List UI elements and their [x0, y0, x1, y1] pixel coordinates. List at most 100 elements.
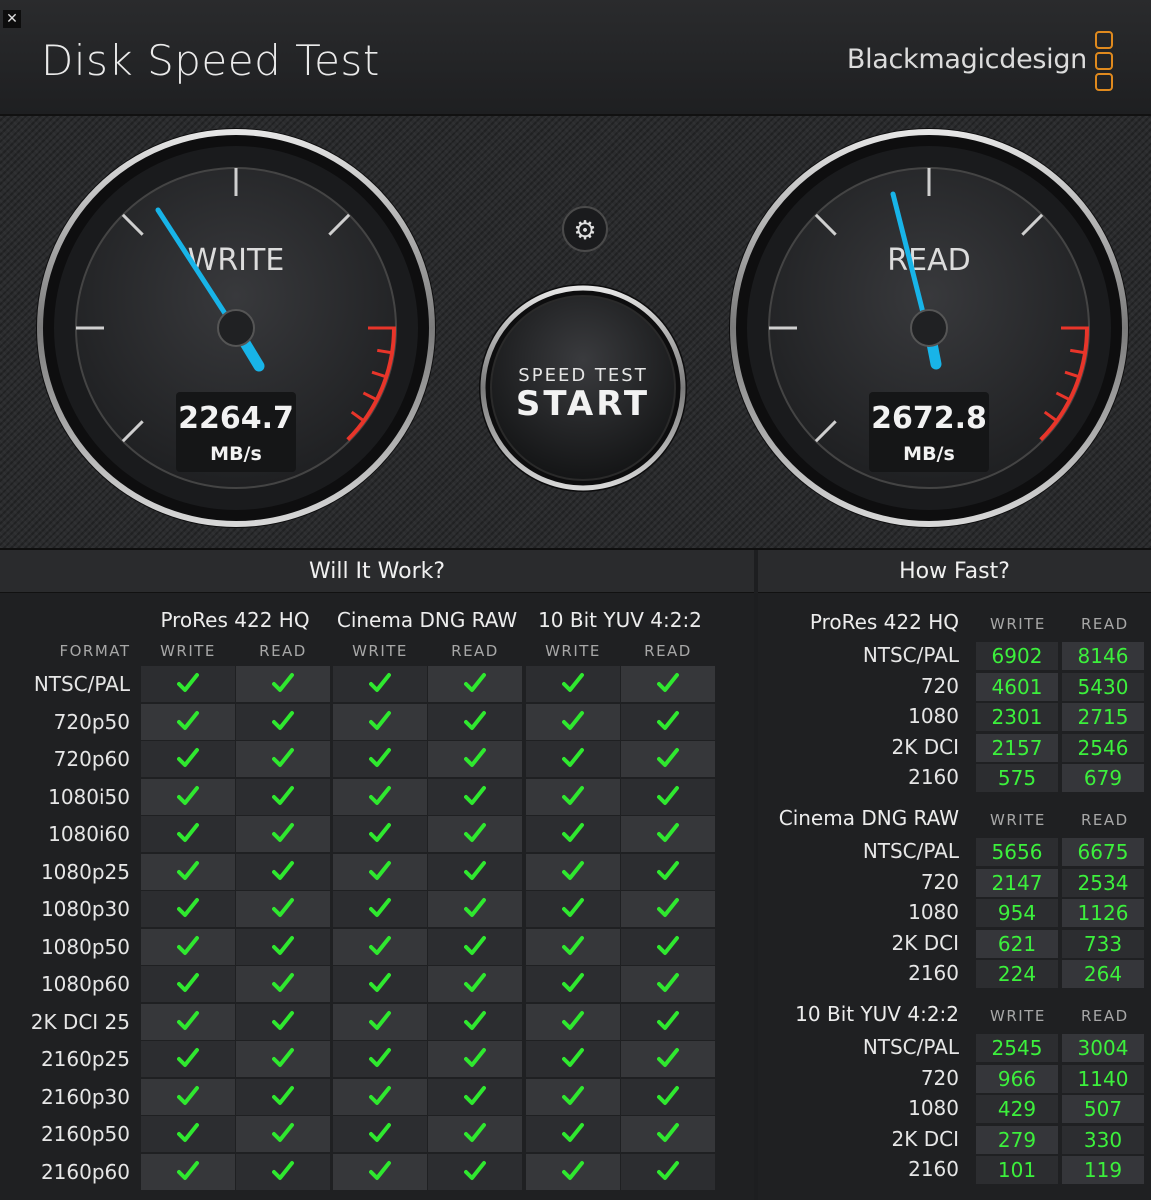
compatibility-cell: [333, 853, 427, 890]
compatibility-cell: [428, 741, 522, 777]
checkmark-icon: [177, 1010, 199, 1030]
checkmark-icon: [657, 748, 679, 767]
write-gauge-label: WRITE: [188, 243, 285, 278]
checkmark-icon: [272, 710, 294, 730]
checkmark-icon: [272, 1048, 294, 1067]
checkmark-icon: [369, 710, 391, 730]
checkmark-icon: [464, 898, 486, 917]
write-fps-value: 224: [976, 960, 1058, 989]
read-fps-value: 1140: [1062, 1064, 1144, 1093]
checkmark-icon: [369, 1010, 391, 1030]
compatibility-cell: [428, 703, 522, 740]
checkmark-icon: [464, 748, 486, 767]
compatibility-cell: [428, 1041, 522, 1077]
settings-button[interactable]: ⚙: [562, 206, 608, 252]
checkmark-icon: [369, 935, 391, 955]
read-column-header: READ: [451, 642, 499, 660]
write-fps-value: 5656: [976, 838, 1058, 866]
checkmark-icon: [657, 1085, 679, 1105]
speed-test-start-button[interactable]: SPEED TEST START: [479, 284, 687, 492]
gauge-panel: WRITE 2264.7 MB/s READ 2672.8 MB/s ⚙ SPE…: [0, 116, 1151, 550]
read-fps-value: 3004: [1062, 1034, 1144, 1062]
how-fast-row-label: 1080: [908, 900, 959, 925]
write-fps-value: 6902: [976, 642, 1058, 670]
checkmark-icon: [657, 673, 679, 692]
checkmark-icon: [657, 1048, 679, 1067]
compatibility-cell: [236, 966, 330, 1002]
compatibility-cell: [236, 1153, 330, 1190]
checkmark-icon: [562, 898, 584, 917]
checkmark-icon: [562, 823, 584, 842]
compatibility-cell: [141, 891, 235, 927]
compatibility-cell: [333, 928, 427, 965]
checkmark-icon: [177, 1048, 199, 1067]
checkmark-icon: [272, 1085, 294, 1105]
checkmark-icon: [369, 973, 391, 992]
compatibility-cell: [333, 778, 427, 815]
checkmark-icon: [562, 748, 584, 767]
checkmark-icon: [657, 710, 679, 730]
checkmark-icon: [177, 898, 199, 917]
format-row-label: 1080p60: [40, 972, 130, 996]
write-fps-value: 954: [976, 899, 1058, 928]
how-fast-row-label: 1080: [908, 1096, 959, 1121]
write-column-header: WRITE: [545, 642, 601, 660]
compatibility-cell: [621, 1078, 715, 1115]
checkmark-icon: [369, 785, 391, 805]
compatibility-cell: [621, 853, 715, 890]
checkmark-icon: [177, 785, 199, 805]
how-fast-row-label: 720: [920, 1065, 959, 1090]
compatibility-cell: [526, 778, 620, 815]
compatibility-cell: [141, 1041, 235, 1077]
compatibility-cell: [236, 1041, 330, 1077]
compatibility-cell: [141, 1153, 235, 1190]
how-fast-row-label: 2160: [908, 1157, 959, 1182]
checkmark-icon: [369, 1160, 391, 1180]
checkmark-icon: [464, 710, 486, 730]
checkmark-icon: [272, 748, 294, 767]
compatibility-cell: [428, 1116, 522, 1152]
compatibility-cell: [333, 703, 427, 740]
compatibility-cell: [621, 928, 715, 965]
format-row-label: 2160p60: [40, 1159, 130, 1184]
compatibility-cell: [621, 703, 715, 740]
checkmark-icon: [657, 935, 679, 955]
checkmark-icon: [657, 973, 679, 992]
read-column-header: READ: [1081, 811, 1129, 829]
read-fps-value: 264: [1062, 960, 1144, 989]
write-fps-value: 2147: [976, 868, 1058, 897]
will-it-work-title: Will It Work?: [0, 550, 754, 593]
compatibility-cell: [333, 816, 427, 852]
compatibility-cell: [428, 891, 522, 927]
checkmark-icon: [272, 935, 294, 955]
checkmark-icon: [562, 785, 584, 805]
compatibility-cell: [333, 1153, 427, 1190]
how-fast-panel: How Fast? ProRes 422 HQ WRITE READ NTSC/PAL…: [758, 550, 1151, 1200]
compatibility-cell: [236, 1116, 330, 1152]
how-fast-row-label: 2K DCI: [891, 1126, 959, 1151]
compatibility-cell: [141, 966, 235, 1002]
checkmark-icon: [272, 898, 294, 917]
compatibility-cell: [526, 928, 620, 965]
checkmark-icon: [177, 973, 199, 992]
checkmark-icon: [272, 785, 294, 805]
read-fps-value: 330: [1062, 1125, 1144, 1154]
checkmark-icon: [657, 860, 679, 880]
compatibility-cell: [621, 741, 715, 777]
compatibility-cell: [236, 741, 330, 777]
checkmark-icon: [562, 973, 584, 992]
compatibility-cell: [428, 966, 522, 1002]
read-column-header: READ: [259, 642, 307, 660]
compatibility-cell: [141, 853, 235, 890]
how-fast-row-label: NTSC/PAL: [862, 839, 959, 863]
write-speed-value: 2264.7: [178, 401, 294, 436]
compatibility-cell: [621, 1003, 715, 1040]
how-fast-row-label: NTSC/PAL: [862, 643, 959, 667]
close-button[interactable]: ✕: [3, 10, 21, 28]
compatibility-cell: [333, 1003, 427, 1040]
checkmark-icon: [657, 1010, 679, 1030]
compatibility-cell: [526, 1153, 620, 1190]
compatibility-cell: [526, 816, 620, 852]
how-fast-row-label: 1080: [908, 704, 959, 729]
checkmark-icon: [369, 860, 391, 880]
